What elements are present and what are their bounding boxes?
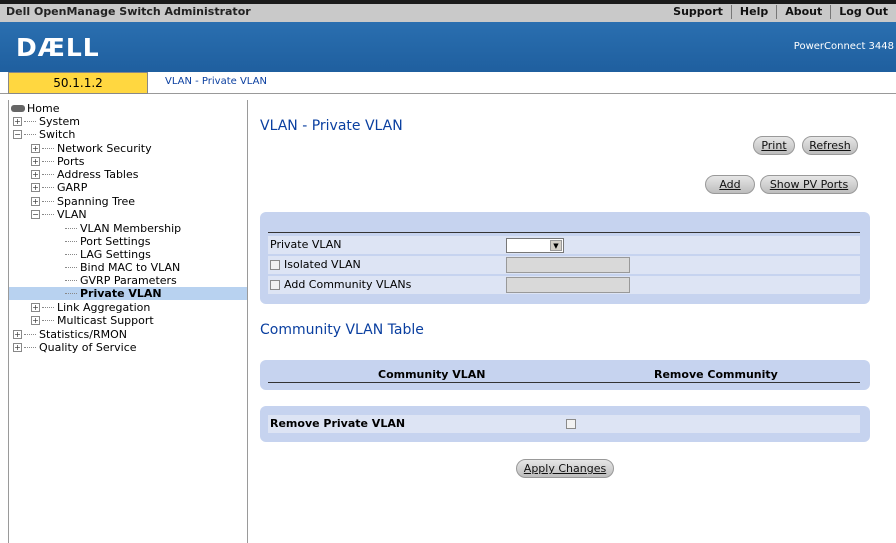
- expand-icon[interactable]: +: [13, 330, 22, 339]
- expand-icon[interactable]: +: [13, 343, 22, 352]
- tree-item-qos[interactable]: + Quality of Service: [13, 341, 137, 354]
- remove-private-vlan-row: Remove Private VLAN: [268, 415, 860, 433]
- expand-icon[interactable]: +: [31, 316, 40, 325]
- tree-item-vlan[interactable]: − VLAN: [31, 208, 87, 221]
- switch-ip: 50.1.1.2: [8, 72, 148, 94]
- apply-changes-button[interactable]: Apply Changes: [516, 459, 614, 478]
- dell-logo: DÆLL: [16, 33, 100, 62]
- show-pv-ports-button[interactable]: Show PV Ports: [760, 175, 858, 194]
- private-vlan-row: Private VLAN ▼: [268, 236, 860, 254]
- private-vlan-select[interactable]: ▼: [506, 238, 564, 253]
- expand-icon[interactable]: +: [31, 303, 40, 312]
- add-community-row: Add Community VLANs: [268, 276, 860, 294]
- brand-bar: DÆLL PowerConnect 3448: [0, 22, 896, 72]
- chevron-down-icon: ▼: [550, 240, 562, 251]
- tree-item-multicast[interactable]: + Multicast Support: [31, 314, 154, 327]
- isolated-vlan-checkbox[interactable]: [270, 260, 280, 270]
- main-content: VLAN - Private VLAN Print Refresh Add Sh…: [248, 94, 896, 543]
- private-vlan-label: Private VLAN: [270, 238, 342, 251]
- tree-item-garp[interactable]: + GARP: [31, 181, 87, 194]
- tree-item-link-aggregation[interactable]: + Link Aggregation: [31, 301, 150, 314]
- isolated-vlan-row: Isolated VLAN: [268, 256, 860, 274]
- collapse-icon[interactable]: −: [13, 130, 22, 139]
- tree-item-ports[interactable]: + Ports: [31, 155, 85, 168]
- expand-icon[interactable]: +: [31, 157, 40, 166]
- breadcrumb: VLAN - Private VLAN: [165, 76, 267, 87]
- tree-item-network-security[interactable]: + Network Security: [31, 142, 152, 155]
- remove-private-vlan-checkbox[interactable]: [566, 419, 576, 429]
- expand-icon[interactable]: +: [31, 183, 40, 192]
- tree-item-home[interactable]: Home: [11, 102, 59, 115]
- collapse-icon[interactable]: −: [31, 210, 40, 219]
- expand-icon[interactable]: +: [13, 117, 22, 126]
- page-title: VLAN - Private VLAN: [260, 118, 403, 134]
- top-bar: Dell OpenManage Switch Administrator Sup…: [0, 0, 896, 22]
- isolated-vlan-label: Isolated VLAN: [284, 258, 361, 271]
- expand-icon[interactable]: +: [31, 144, 40, 153]
- navigation-tree: Home + System − Switch + Network Security +…: [8, 100, 248, 543]
- tree-item-private-vlan[interactable]: Private VLAN: [9, 287, 247, 300]
- help-link[interactable]: Help: [730, 5, 776, 19]
- model-name: PowerConnect 3448: [793, 41, 894, 52]
- tree-item-system[interactable]: + System: [13, 115, 80, 128]
- tree-item-address-tables[interactable]: + Address Tables: [31, 168, 138, 181]
- app-title: Dell OpenManage Switch Administrator: [6, 5, 251, 18]
- isolated-vlan-field[interactable]: [506, 257, 630, 273]
- print-button[interactable]: Print: [753, 136, 795, 155]
- tree-item-spanning-tree[interactable]: + Spanning Tree: [31, 195, 135, 208]
- address-row: 50.1.1.2 VLAN - Private VLAN: [0, 72, 896, 94]
- col-community-vlan: Community VLAN: [378, 368, 486, 381]
- support-link[interactable]: Support: [665, 5, 731, 19]
- logout-link[interactable]: Log Out: [830, 5, 896, 19]
- private-vlan-panel: Private VLAN ▼ Isolated VLAN Add Communi…: [260, 212, 870, 304]
- tree-item-lag-settings[interactable]: LAG Settings: [65, 248, 151, 261]
- remove-private-vlan-panel: Remove Private VLAN: [260, 406, 870, 442]
- tree-item-bind-mac[interactable]: Bind MAC to VLAN: [65, 261, 180, 274]
- community-vlan-table: Community VLAN Remove Community: [260, 360, 870, 390]
- tree-item-port-settings[interactable]: Port Settings: [65, 235, 150, 248]
- community-table-title: Community VLAN Table: [260, 322, 424, 338]
- tree-item-switch[interactable]: − Switch: [13, 128, 75, 141]
- add-community-field[interactable]: [506, 277, 630, 293]
- add-button[interactable]: Add: [705, 175, 755, 194]
- tree-item-statistics[interactable]: + Statistics/RMON: [13, 328, 127, 341]
- expand-icon[interactable]: +: [31, 170, 40, 179]
- top-nav: Support Help About Log Out: [665, 5, 896, 19]
- add-community-checkbox[interactable]: [270, 280, 280, 290]
- about-link[interactable]: About: [776, 5, 830, 19]
- drive-icon: [11, 105, 25, 112]
- tree-item-vlan-membership[interactable]: VLAN Membership: [65, 222, 181, 235]
- add-community-label: Add Community VLANs: [284, 278, 412, 291]
- expand-icon[interactable]: +: [31, 197, 40, 206]
- tree-item-gvrp[interactable]: GVRP Parameters: [65, 274, 177, 287]
- refresh-button[interactable]: Refresh: [802, 136, 858, 155]
- remove-private-vlan-label: Remove Private VLAN: [270, 417, 406, 430]
- col-remove-community: Remove Community: [654, 368, 778, 381]
